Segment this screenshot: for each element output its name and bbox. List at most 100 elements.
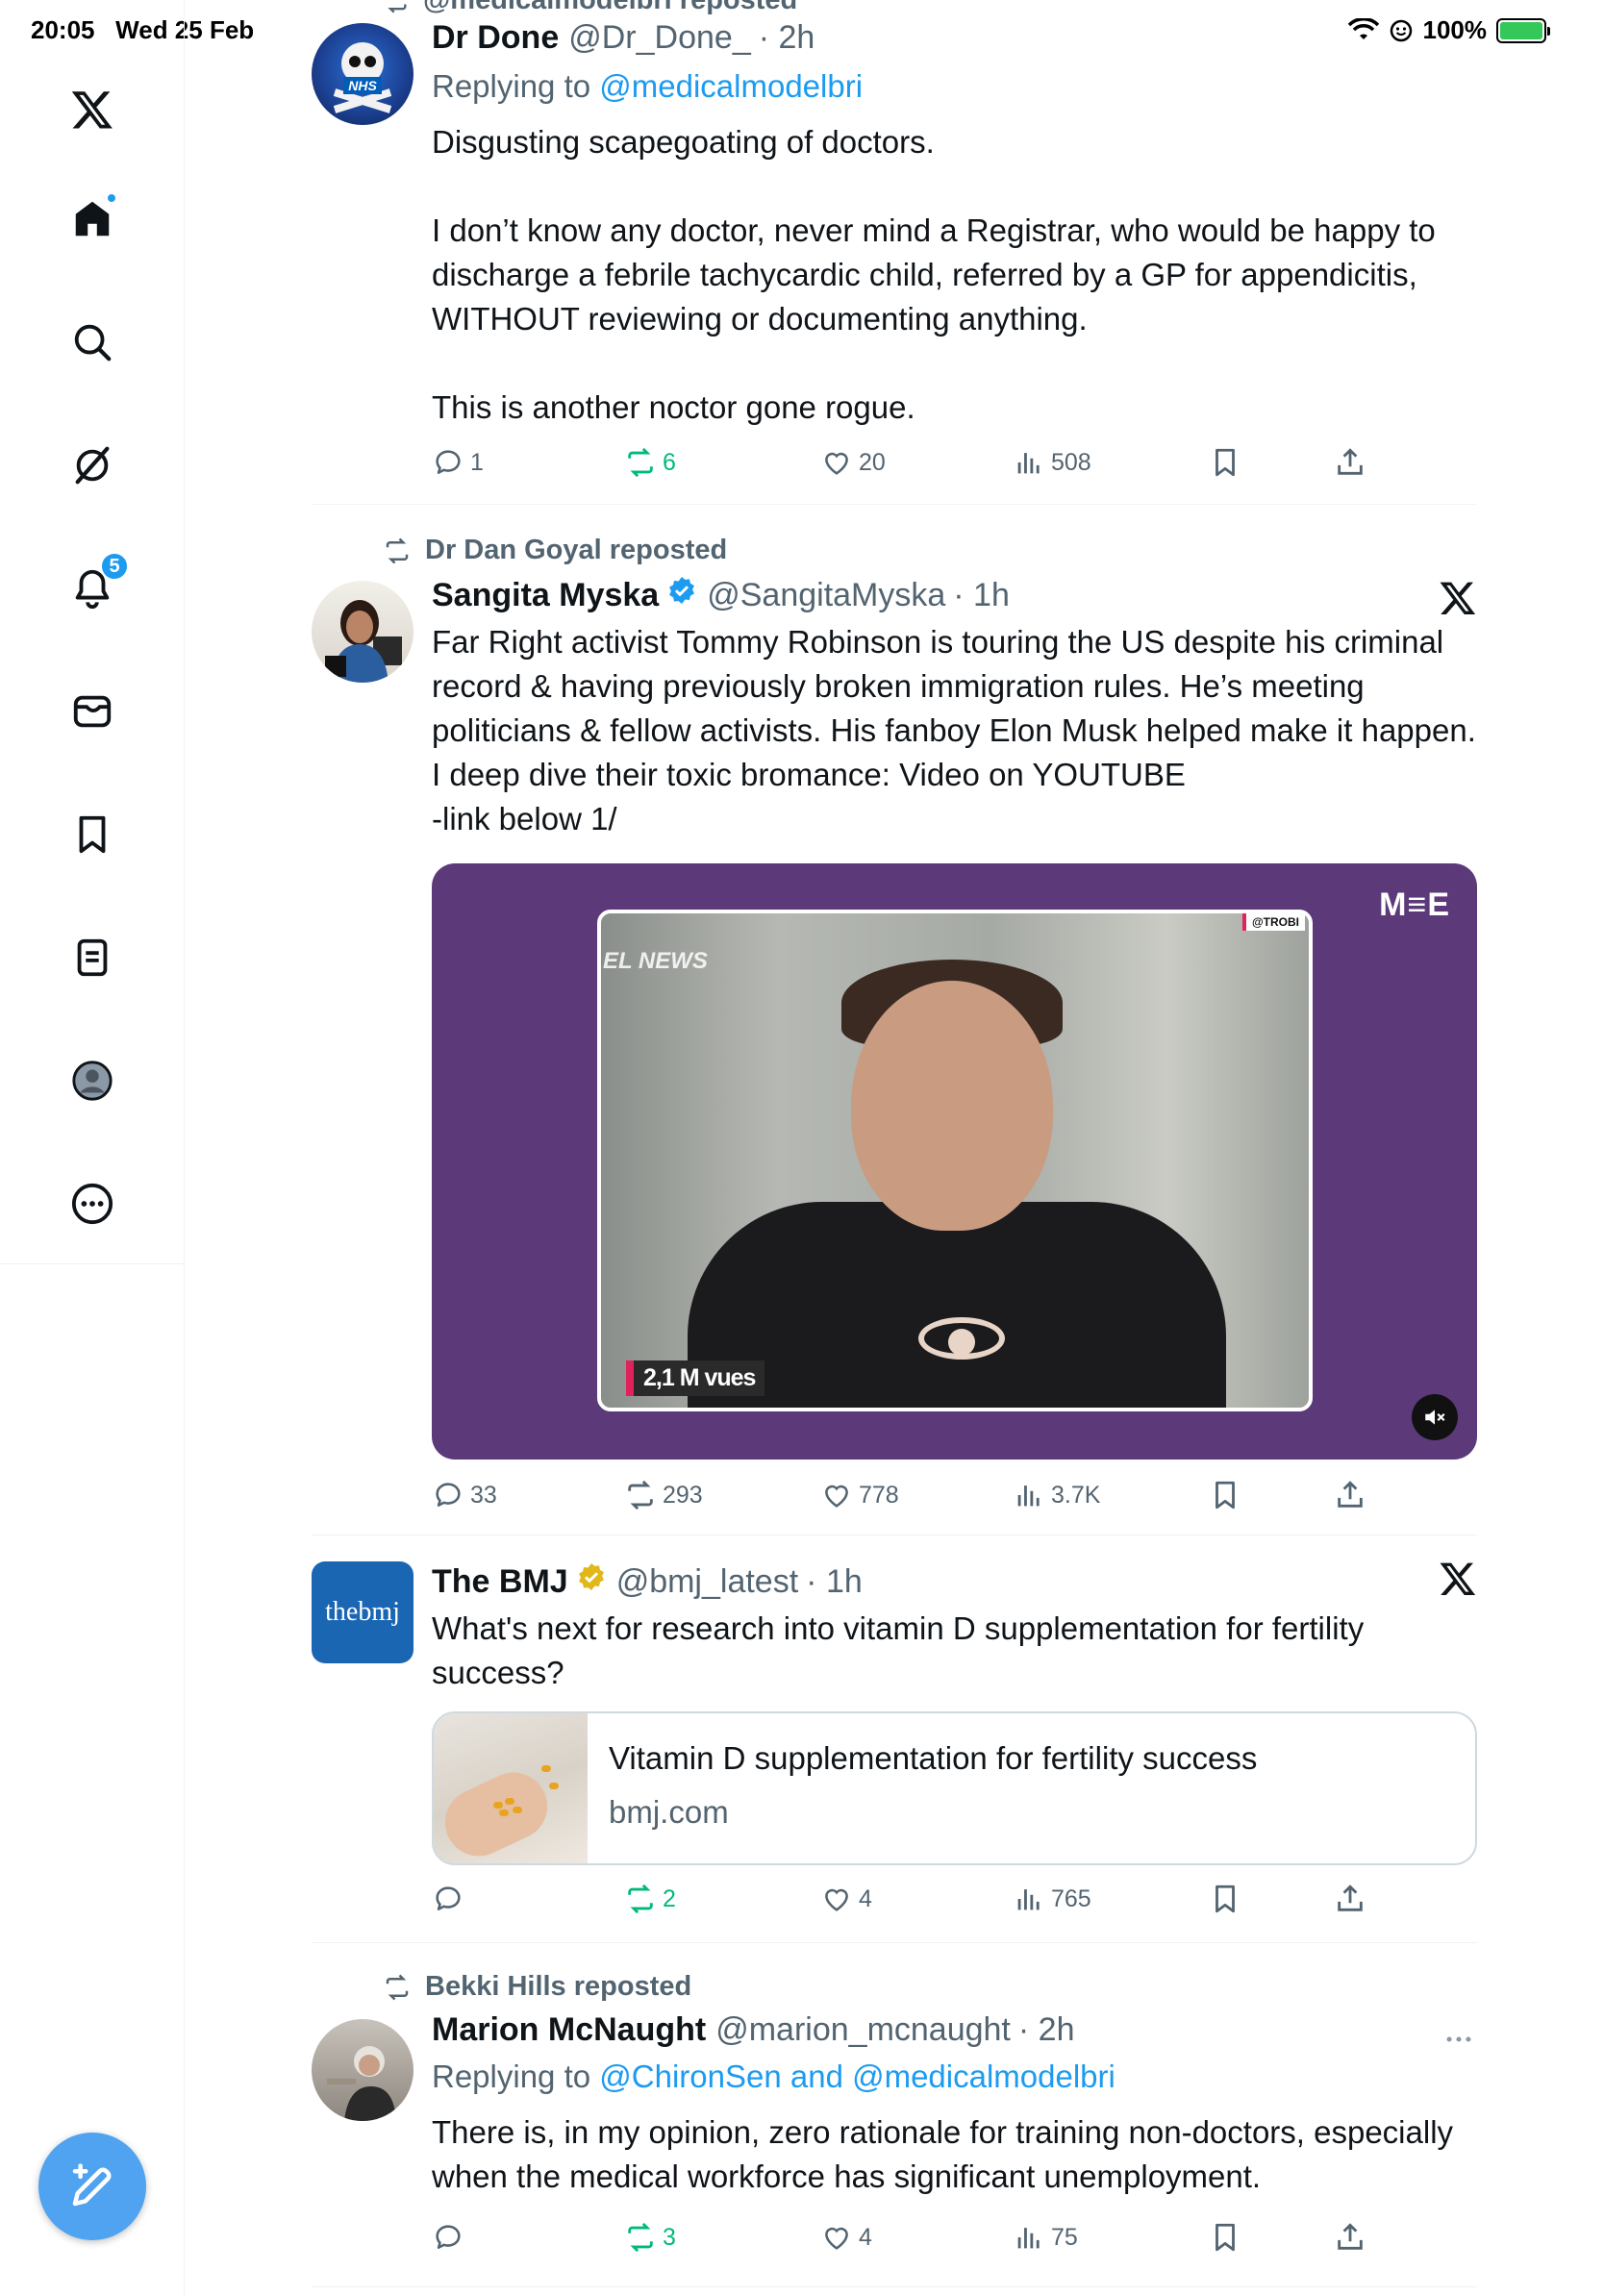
hand-shape xyxy=(434,1761,559,1863)
reply-to-link[interactable]: @medicalmodelbri xyxy=(599,68,863,104)
like-button[interactable]: 4 xyxy=(820,2221,872,2254)
news-watermark: EL NEWS xyxy=(603,948,708,974)
like-button[interactable]: 4 xyxy=(820,1883,872,1915)
gold-verified-badge-icon xyxy=(578,1563,604,1590)
views-overlay: 2,1 M vues xyxy=(626,1360,765,1396)
avatar[interactable] xyxy=(312,2019,414,2121)
shirt-eye-pupil xyxy=(948,1329,975,1356)
views-button[interactable]: 75 xyxy=(1013,2221,1078,2254)
heart-icon xyxy=(825,2227,848,2250)
views-button[interactable]: 765 xyxy=(1013,1883,1091,1915)
repost-icon xyxy=(386,537,409,563)
share-icon xyxy=(1338,448,1363,475)
like-button[interactable]: 20 xyxy=(820,446,886,479)
reply-context: Replying to @medicalmodelbri xyxy=(432,68,864,104)
author-handle[interactable]: @marion_mcnaught xyxy=(715,2011,1011,2049)
reply-button[interactable]: 1 xyxy=(432,446,484,479)
post-time: · 1h xyxy=(953,577,1010,613)
repost-button[interactable]: 2 xyxy=(624,1883,676,1915)
bookmark-button[interactable] xyxy=(1209,1479,1241,1511)
search-icon[interactable] xyxy=(62,312,123,373)
repost-button[interactable]: 293 xyxy=(624,1479,703,1511)
avatar[interactable]: NHS xyxy=(312,23,414,125)
reply-button[interactable] xyxy=(432,1883,470,1915)
author-handle[interactable]: @bmj_latest xyxy=(616,1563,798,1601)
views-chart-icon xyxy=(1017,2228,1040,2249)
reply-button[interactable] xyxy=(432,2221,470,2254)
author-handle[interactable]: @SangitaMyska xyxy=(707,577,945,614)
notifications-bell-icon[interactable]: 5 xyxy=(62,552,129,619)
author-handle[interactable]: @Dr_Done_ xyxy=(568,19,751,57)
reply-to-link[interactable]: @ChironSen and @medicalmodelbri xyxy=(599,2059,1115,2094)
avatar[interactable] xyxy=(312,581,414,683)
bookmark-icon xyxy=(1216,2223,1235,2252)
views-button[interactable]: 3.7K xyxy=(1013,1479,1100,1511)
share-button[interactable] xyxy=(1334,1479,1366,1511)
video-frame[interactable]: EL NEWS @TROBI 2,1 M vues xyxy=(597,910,1313,1411)
author-name[interactable]: The BMJ xyxy=(432,1563,568,1601)
compose-feather-icon xyxy=(72,2163,112,2207)
bookmark-button[interactable] xyxy=(1209,2221,1241,2254)
link-preview-text: Vitamin D supplementation for fertility … xyxy=(588,1713,1278,1863)
repost-label: @medicalmodelbri reposted xyxy=(383,0,797,16)
avatar[interactable]: thebmj xyxy=(312,1561,414,1663)
views-chart-icon xyxy=(1017,453,1040,474)
link-preview-card[interactable]: Vitamin D supplementation for fertility … xyxy=(432,1711,1477,1865)
heart-icon xyxy=(825,452,848,475)
svg-text:NHS: NHS xyxy=(348,78,377,93)
tweet-actions: 3 4 75 xyxy=(432,2221,1393,2259)
grok-icon[interactable] xyxy=(62,435,123,496)
repost-button[interactable]: 6 xyxy=(624,446,676,479)
more-options-icon[interactable] xyxy=(62,1173,123,1235)
repost-button[interactable]: 3 xyxy=(624,2221,676,2254)
reply-bubble-icon xyxy=(436,2225,461,2249)
views-button[interactable]: 508 xyxy=(1013,446,1091,479)
author-name[interactable]: Marion McNaught xyxy=(432,2011,706,2049)
reply-context: Replying to @ChironSen and @medicalmodel… xyxy=(432,2059,1115,2094)
compose-post-button[interactable] xyxy=(38,2133,146,2240)
tweet-divider xyxy=(312,504,1477,505)
messages-envelope-icon[interactable] xyxy=(62,681,123,742)
share-button[interactable] xyxy=(1334,1883,1366,1915)
bookmark-button[interactable] xyxy=(1209,1883,1241,1915)
repost-icon xyxy=(388,4,407,12)
lists-icon[interactable] xyxy=(62,927,123,988)
reply-bubble-icon xyxy=(436,450,461,474)
tweet-actions: 2 4 765 xyxy=(432,1883,1393,1921)
tweet-divider xyxy=(312,2286,1477,2287)
more-options-icon[interactable] xyxy=(1442,2023,1475,2056)
views-chart-icon xyxy=(1017,1889,1040,1910)
profile-avatar-icon[interactable] xyxy=(62,1050,123,1111)
reply-bubble-icon xyxy=(436,1886,461,1910)
x-logo-icon[interactable] xyxy=(62,79,123,140)
speaker-muted-icon xyxy=(1425,1410,1445,1425)
reply-button[interactable]: 33 xyxy=(432,1479,497,1511)
video-player[interactable]: M≡E EL NEWS @TROBI 2,1 M vues xyxy=(432,863,1477,1460)
share-button[interactable] xyxy=(1334,446,1366,479)
tweet-header: Dr Done @Dr_Done_ · 2h xyxy=(432,19,1477,57)
bookmarks-icon[interactable] xyxy=(62,804,123,865)
repost-icon xyxy=(628,2222,653,2253)
bookmark-icon xyxy=(1216,1884,1235,1913)
tweet-text: Far Right activist Tommy Robinson is tou… xyxy=(432,624,1476,836)
author-name[interactable]: Sangita Myska xyxy=(432,577,659,614)
home-icon[interactable] xyxy=(62,188,123,250)
link-preview-domain: bmj.com xyxy=(609,1794,729,1830)
x-logo-icon[interactable] xyxy=(1439,579,1477,617)
repost-icon xyxy=(628,1884,653,1914)
bookmark-button[interactable] xyxy=(1209,446,1241,479)
x-logo-icon[interactable] xyxy=(1439,1560,1477,1598)
reply-bubble-icon xyxy=(436,1483,461,1507)
author-name[interactable]: Dr Done xyxy=(432,19,559,57)
video-person-head xyxy=(851,981,1053,1231)
heart-icon xyxy=(825,1485,848,1508)
share-icon xyxy=(1338,1884,1363,1911)
repost-icon xyxy=(386,1974,409,2000)
heart-icon xyxy=(825,1888,848,1911)
post-time: · 2h xyxy=(758,19,815,56)
share-button[interactable] xyxy=(1334,2221,1366,2254)
sidebar-separator xyxy=(0,1263,185,1264)
like-button[interactable]: 778 xyxy=(820,1479,899,1511)
mute-button[interactable] xyxy=(1412,1394,1458,1440)
video-person-body xyxy=(688,1202,1226,1408)
